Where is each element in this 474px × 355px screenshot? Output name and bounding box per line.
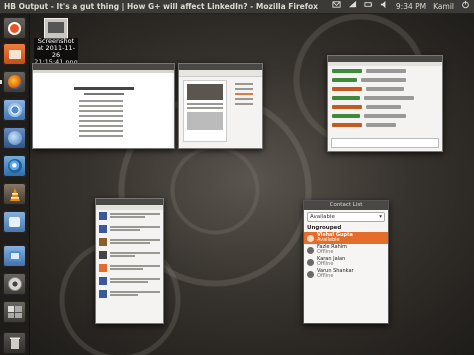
vlc-button[interactable] bbox=[3, 183, 26, 205]
contact-list-window[interactable]: Contact List Available ▾ Ungrouped Visha… bbox=[303, 200, 389, 324]
window-firefox-blog[interactable] bbox=[32, 63, 175, 149]
thunderbird-icon bbox=[7, 131, 22, 145]
group-header[interactable]: Ungrouped bbox=[304, 224, 388, 232]
workspace-icon bbox=[7, 306, 22, 318]
settings-icon bbox=[7, 277, 22, 291]
chromium-button[interactable] bbox=[3, 99, 26, 121]
software-center-button[interactable] bbox=[3, 211, 26, 233]
network-icon[interactable] bbox=[348, 0, 357, 13]
swirl-icon bbox=[7, 159, 22, 173]
dash-button[interactable] bbox=[3, 17, 26, 39]
contact-row[interactable]: Varun Shankar Offline bbox=[304, 268, 388, 280]
update-button[interactable] bbox=[3, 245, 26, 267]
desktop-file[interactable] bbox=[44, 18, 68, 39]
status-value: Available bbox=[310, 214, 335, 220]
avatar bbox=[307, 270, 314, 278]
home-folder-icon bbox=[8, 49, 21, 59]
files-button[interactable] bbox=[3, 43, 26, 65]
clock[interactable]: 9:34 PM bbox=[396, 0, 426, 13]
bag-icon bbox=[9, 217, 20, 227]
chromium-icon bbox=[7, 103, 22, 117]
settings-button[interactable] bbox=[3, 273, 26, 295]
top-panel: HB Output - It's a gut thing | How G+ wi… bbox=[0, 0, 474, 14]
contact-list-title: Contact List bbox=[304, 201, 388, 210]
firefox-button[interactable] bbox=[0, 71, 26, 93]
status-select[interactable]: Available ▾ bbox=[307, 212, 385, 222]
contact-status: Offline bbox=[317, 261, 334, 267]
update-manager-icon bbox=[8, 251, 21, 261]
avatar bbox=[307, 258, 314, 266]
launcher bbox=[0, 14, 30, 355]
running-indicator bbox=[0, 80, 2, 84]
browser-button[interactable] bbox=[3, 155, 26, 177]
power-icon[interactable] bbox=[461, 0, 470, 13]
contact-status: Offline bbox=[317, 249, 334, 255]
trash-button[interactable] bbox=[3, 332, 26, 354]
sound-icon[interactable] bbox=[380, 0, 389, 13]
avatar bbox=[307, 246, 314, 254]
user-menu[interactable]: Kamil bbox=[433, 0, 454, 13]
avatar bbox=[307, 234, 314, 242]
firefox-icon bbox=[7, 75, 22, 89]
trash-icon bbox=[9, 337, 20, 349]
ubuntu-logo-icon bbox=[8, 21, 21, 35]
window-social-feed[interactable] bbox=[95, 198, 164, 324]
contact-row[interactable]: Vishal Gupta Available bbox=[304, 232, 388, 244]
mail-icon[interactable] bbox=[332, 0, 341, 13]
image-file-icon bbox=[48, 22, 64, 33]
window-document[interactable] bbox=[178, 63, 263, 149]
system-tray: 9:34 PM Kamil bbox=[332, 0, 470, 13]
contact-status: Available bbox=[317, 237, 340, 243]
battery-icon[interactable] bbox=[364, 0, 373, 13]
window-title: HB Output - It's a gut thing | How G+ wi… bbox=[4, 2, 319, 11]
contact-row[interactable]: Fazle Rahim Offline bbox=[304, 244, 388, 256]
window-chat[interactable] bbox=[327, 55, 443, 152]
workspace-switcher-button[interactable] bbox=[3, 301, 26, 323]
contact-row[interactable]: Karan Jalan Offline bbox=[304, 256, 388, 268]
chevron-down-icon: ▾ bbox=[379, 214, 382, 220]
thunderbird-button[interactable] bbox=[3, 127, 26, 149]
contact-status: Offline bbox=[317, 273, 334, 279]
vlc-cone-icon bbox=[9, 187, 20, 201]
desktop-file-label: Screenshot at 2011-11-26 21:15:41.png bbox=[34, 37, 78, 66]
